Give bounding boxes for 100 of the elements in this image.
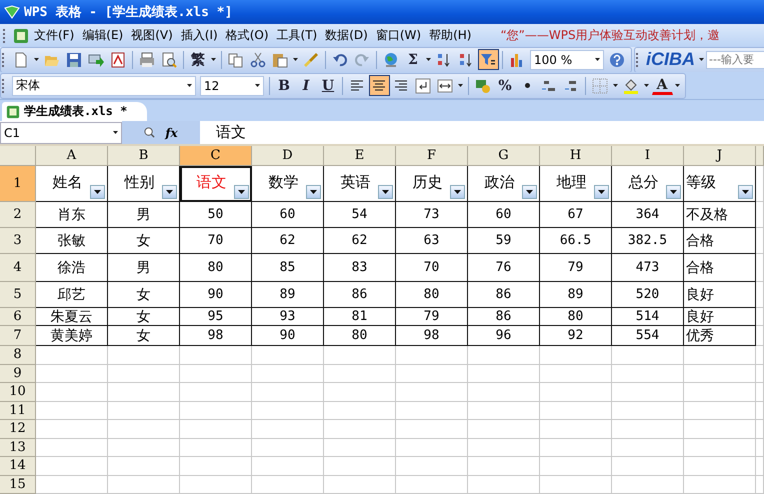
- align-center-button[interactable]: [368, 75, 390, 96]
- row-header[interactable]: 8: [0, 346, 36, 364]
- column-header[interactable]: E: [324, 146, 396, 166]
- menu-item[interactable]: 编辑(E): [79, 27, 126, 44]
- column-header[interactable]: I: [612, 146, 684, 166]
- filter-dropdown-button[interactable]: [306, 185, 321, 199]
- bold-button[interactable]: B: [274, 75, 294, 96]
- table-cell: 肖东: [36, 202, 108, 228]
- filter-dropdown-button[interactable]: [90, 185, 105, 199]
- empty-cell: [108, 402, 180, 420]
- table-cell: 60: [468, 202, 540, 228]
- toolbar-text-button[interactable]: Σ: [402, 49, 424, 70]
- row-header[interactable]: 15: [0, 476, 36, 494]
- zoom-combo[interactable]: 100 %: [530, 50, 604, 70]
- row-header[interactable]: 7: [0, 326, 36, 346]
- table-cell: 554: [612, 326, 684, 346]
- row-header[interactable]: 14: [0, 457, 36, 476]
- table-cell: 男: [108, 202, 180, 228]
- promo-link[interactable]: “您”——WPS用户体验互动改善计划，邀: [500, 27, 720, 44]
- column-header[interactable]: H: [540, 146, 612, 166]
- name-box[interactable]: C1: [0, 122, 122, 144]
- table-cell: 79: [540, 254, 612, 282]
- menu-item[interactable]: 插入(I): [178, 27, 221, 44]
- filter-dropdown-button[interactable]: [594, 185, 609, 199]
- row-header[interactable]: 10: [0, 383, 36, 402]
- filter-dropdown-button[interactable]: [450, 185, 465, 199]
- empty-cell: [540, 383, 612, 402]
- filter-dropdown-button[interactable]: [162, 185, 177, 199]
- row-header[interactable]: 2: [0, 202, 36, 228]
- dictionary-search-field[interactable]: ---输入要: [706, 50, 764, 68]
- formula-field[interactable]: 语文: [200, 123, 246, 142]
- caret-icon: [670, 190, 677, 194]
- caret-icon: [94, 190, 101, 194]
- table-cell: 90: [180, 282, 252, 308]
- font-color-button[interactable]: A: [652, 76, 672, 95]
- row-header[interactable]: 1: [0, 166, 36, 202]
- empty-cell: [612, 457, 684, 476]
- column-header[interactable]: F: [396, 146, 468, 166]
- filter-dropdown-button[interactable]: [522, 185, 537, 199]
- align-left-icon: [349, 78, 365, 94]
- menu-item[interactable]: 工具(T): [274, 27, 320, 44]
- menu-item[interactable]: 视图(V): [128, 27, 176, 44]
- empty-cell: [612, 364, 684, 383]
- row-header[interactable]: 11: [0, 402, 36, 420]
- table-cell: 92: [540, 326, 612, 346]
- row-header[interactable]: 13: [0, 438, 36, 457]
- table-cell: 不及格: [684, 202, 756, 228]
- empty-cell: [540, 457, 612, 476]
- menu-item[interactable]: 文件(F): [31, 27, 78, 44]
- toolbar-text-button[interactable]: %: [494, 75, 516, 96]
- row-header[interactable]: 9: [0, 364, 36, 383]
- font-size-combo[interactable]: 12: [200, 76, 264, 96]
- caret-icon: [34, 58, 39, 61]
- menu-item[interactable]: 帮助(H): [426, 27, 474, 44]
- filter-button[interactable]: [478, 49, 498, 70]
- column-header[interactable]: A: [36, 146, 108, 166]
- caret-icon: [113, 131, 118, 134]
- column-header[interactable]: B: [108, 146, 180, 166]
- magnifier-icon: [144, 127, 156, 138]
- filter-dropdown-button[interactable]: [738, 185, 753, 199]
- filter-dropdown-button[interactable]: [666, 185, 681, 199]
- menu-item[interactable]: 数据(D): [322, 27, 371, 44]
- insert-function-button[interactable]: fx: [165, 126, 178, 140]
- document-tab[interactable]: 学生成绩表.xls *: [2, 102, 148, 121]
- menu-item[interactable]: 窗口(W): [372, 27, 424, 44]
- column-header[interactable]: J: [684, 146, 756, 166]
- table-cell: 66.5: [540, 228, 612, 254]
- window-title: WPS 表格 - [学生成绩表.xls *]: [24, 4, 232, 21]
- empty-cell: [468, 476, 540, 494]
- dictionary-logo[interactable]: iCIBA: [644, 49, 697, 70]
- row-header[interactable]: 5: [0, 282, 36, 308]
- table-cell: 83: [324, 254, 396, 282]
- table-cell: 86: [468, 308, 540, 326]
- empty-cell: [180, 457, 252, 476]
- table-cell: 85: [252, 254, 324, 282]
- table-cell: 89: [252, 282, 324, 308]
- column-header[interactable]: D: [252, 146, 324, 166]
- column-header[interactable]: G: [468, 146, 540, 166]
- brush-icon: [303, 52, 319, 68]
- row-header[interactable]: 4: [0, 254, 36, 282]
- filter-dropdown-button[interactable]: [378, 185, 393, 199]
- empty-cell: [468, 383, 540, 402]
- toolbar-text-button[interactable]: 繁: [188, 49, 208, 70]
- row-header[interactable]: 3: [0, 228, 36, 254]
- empty-cell: [612, 420, 684, 438]
- italic-button[interactable]: I: [296, 75, 316, 96]
- empty-cell: [324, 364, 396, 383]
- menu-item[interactable]: 格式(O): [222, 27, 272, 44]
- bar-chart-icon: [509, 52, 525, 68]
- header-cell: 英语: [324, 166, 396, 202]
- header-cell: 数学: [252, 166, 324, 202]
- empty-cell: [252, 364, 324, 383]
- underline-button[interactable]: U: [318, 75, 338, 96]
- filter-dropdown-button[interactable]: [234, 185, 249, 199]
- row-header[interactable]: 6: [0, 308, 36, 326]
- row-header[interactable]: 12: [0, 420, 36, 438]
- font-name-combo[interactable]: 宋体: [12, 76, 196, 96]
- column-header[interactable]: C: [180, 146, 252, 166]
- globe-icon: [383, 52, 399, 68]
- table-cell: 89: [540, 282, 612, 308]
